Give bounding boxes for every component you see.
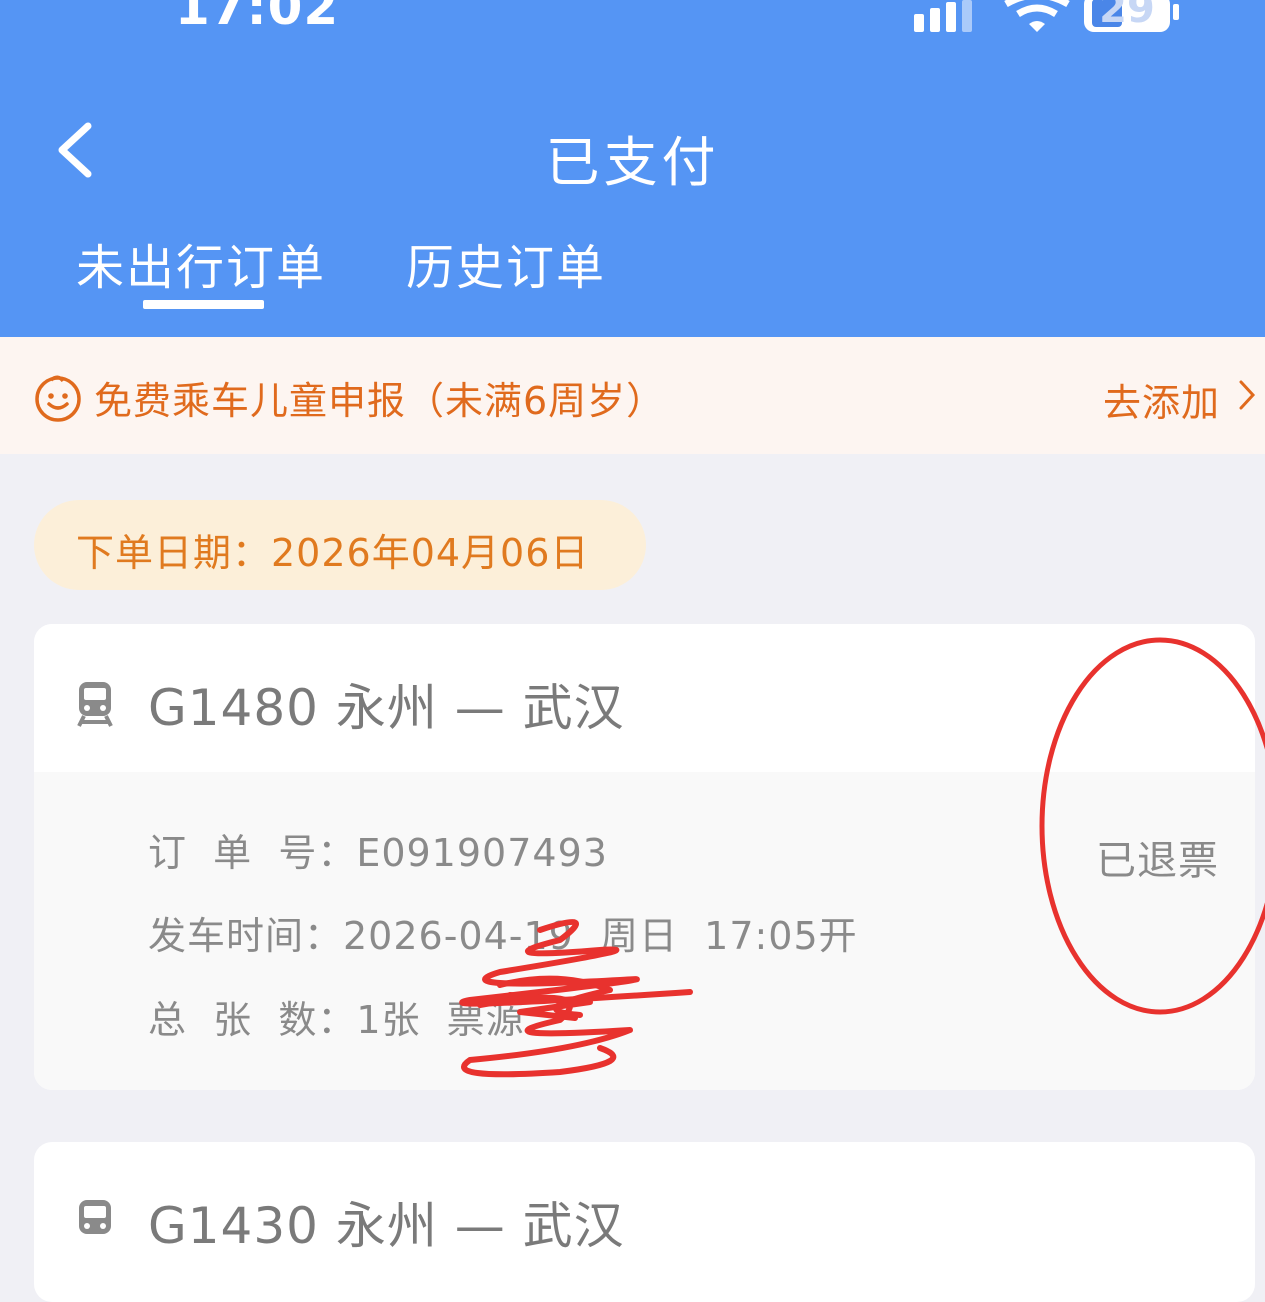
child-declaration-text: 免费乘车儿童申报（未满6周岁） [94, 379, 666, 423]
battery-icon: 29 [1084, 0, 1170, 32]
tab-upcoming-orders[interactable]: 未出行订单 [76, 228, 326, 298]
page-title: 已支付 [545, 131, 720, 194]
child-face-icon [35, 375, 81, 422]
app-header: 17:02 29 已支付 未出行订单 历史订单 [0, 0, 1265, 337]
train-route: G1430 永州 — 武汉 [148, 1197, 625, 1255]
order-number: 订 单 号：E091907493 [148, 831, 608, 875]
wifi-icon [1004, 0, 1070, 32]
order-card-details: 订 单 号：E091907493 发车时间：2026-04-19 周日 17:0… [34, 772, 1255, 1090]
train-route: G1480 永州 — 武汉 [148, 679, 625, 737]
order-card[interactable]: G1480 永州 — 武汉 订 单 号：E091907493 发车时间：2026… [34, 624, 1255, 1090]
ticket-count: 总 张 数：1张 票源 [148, 998, 525, 1042]
battery-tip [1173, 4, 1179, 20]
status-badge: 已退票 [1096, 838, 1219, 884]
departure-time: 发车时间：2026-04-19 周日 17:05开 [148, 914, 858, 958]
tab-history-orders[interactable]: 历史订单 [406, 228, 606, 298]
order-card-header: G1480 永州 — 武汉 [34, 624, 1255, 772]
order-card[interactable]: G1430 永州 — 武汉 [34, 1142, 1255, 1302]
add-child-link[interactable]: 去添加 [1103, 372, 1220, 427]
battery-level: 29 [1099, 0, 1155, 32]
order-date-label: 下单日期：2026年04月06日 [76, 531, 590, 575]
status-time: 17:02 [175, 0, 340, 36]
active-tab-indicator [143, 300, 264, 309]
train-icon [77, 682, 113, 727]
chevron-right-icon [1239, 380, 1256, 410]
